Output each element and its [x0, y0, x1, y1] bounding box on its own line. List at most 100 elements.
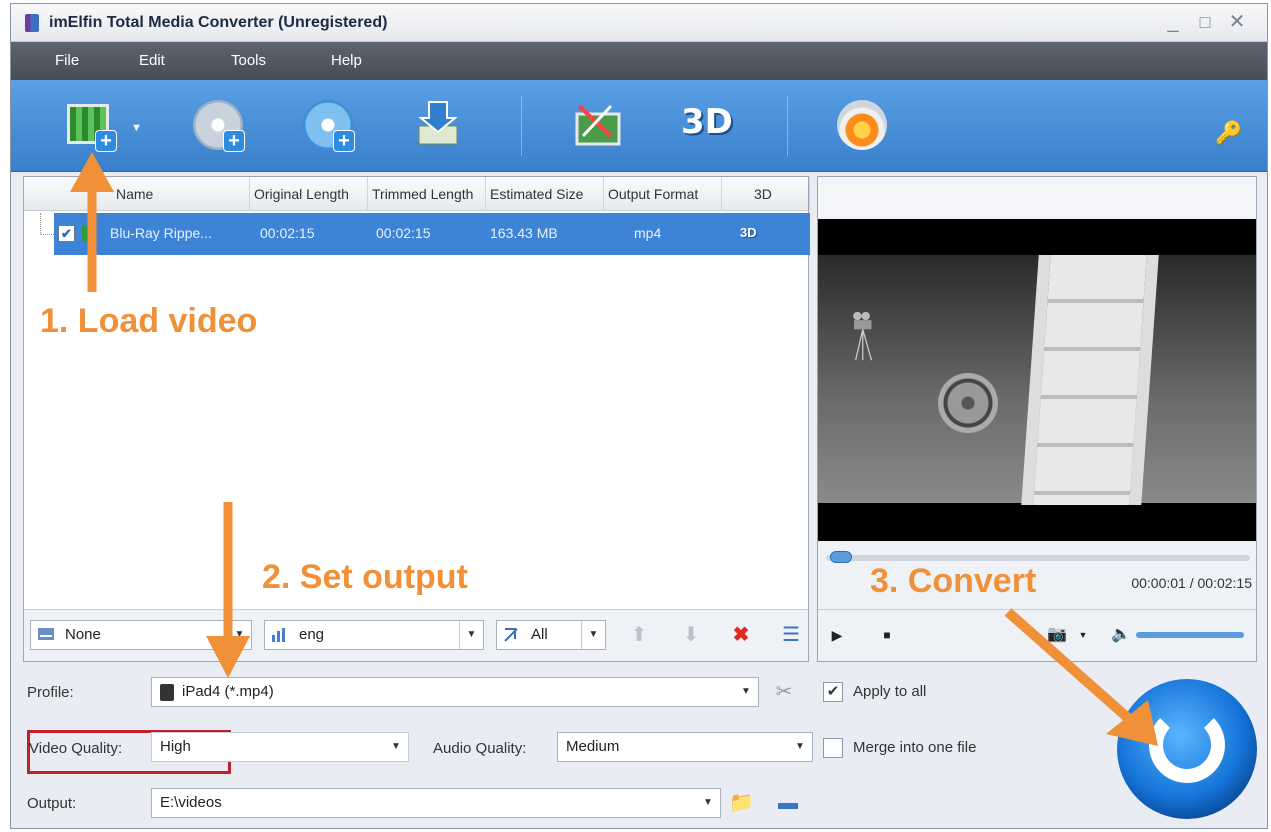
row-original-length: 00:02:15: [260, 225, 315, 241]
move-up-icon[interactable]: ⬆: [628, 624, 650, 646]
open-folder-icon[interactable]: ▬: [777, 792, 799, 814]
menu-help[interactable]: Help: [331, 52, 362, 69]
tree-connector: [40, 213, 54, 235]
add-dvd-button[interactable]: +: [189, 96, 247, 154]
audio-track-select[interactable]: eng ▼: [264, 620, 484, 650]
output-label: Output:: [27, 795, 77, 812]
table-row[interactable]: ✔ Blu-Ray Rippe... 00:02:15 00:02:15 163…: [54, 213, 810, 255]
subtitle-icon: [38, 628, 54, 640]
chevron-down-icon: ▼: [459, 621, 483, 649]
preview-header: [818, 177, 1256, 217]
video-file-icon: [82, 225, 96, 242]
audio-quality-select[interactable]: Medium ▼: [557, 732, 813, 762]
audio-quality-label: Audio Quality:: [433, 740, 527, 757]
col-3d[interactable]: 3D: [722, 177, 810, 211]
video-quality-value: High: [160, 738, 191, 755]
row-estimated-size: 163.43 MB: [490, 225, 558, 241]
browse-folder-icon[interactable]: 📁: [729, 792, 754, 814]
audio-track-icon: [272, 628, 285, 642]
import-button[interactable]: [409, 96, 467, 154]
col-estimated-size[interactable]: Estimated Size: [486, 177, 604, 211]
volume-icon[interactable]: 🔈: [1110, 624, 1132, 646]
app-window: imElfin Total Media Converter (Unregiste…: [10, 3, 1268, 829]
list-header: Name Original Length Trimmed Length Esti…: [24, 177, 810, 211]
seek-handle[interactable]: [830, 551, 852, 563]
ipad-icon: [160, 684, 174, 701]
filter-select[interactable]: All ▼: [496, 620, 606, 650]
move-down-icon[interactable]: ⬇: [680, 624, 702, 646]
minimize-button[interactable]: _: [1161, 10, 1185, 34]
chevron-down-icon: ▼: [703, 797, 713, 808]
row-name: Blu-Ray Rippe...: [110, 225, 212, 241]
menu-edit[interactable]: Edit: [139, 52, 165, 69]
profile-select[interactable]: iPad4 (*.mp4) ▼: [151, 677, 759, 707]
row-trimmed-length: 00:02:15: [376, 225, 431, 241]
app-logo-icon: [25, 14, 39, 32]
chevron-down-icon: ▼: [227, 621, 251, 649]
row-checkbox[interactable]: ✔: [58, 225, 75, 242]
add-video-dropdown-icon[interactable]: ▼: [131, 122, 142, 134]
apply-to-all-label: Apply to all: [853, 683, 927, 700]
col-name[interactable]: Name: [24, 177, 250, 211]
col-trimmed-length[interactable]: Trimmed Length: [368, 177, 486, 211]
annotation-set-output: 2. Set output: [262, 558, 468, 596]
toolbar-separator: [787, 96, 788, 156]
clear-list-icon[interactable]: ☰: [780, 624, 802, 646]
seek-bar[interactable]: [826, 551, 1250, 563]
col-output-format[interactable]: Output Format: [604, 177, 722, 211]
row-3d-badge[interactable]: 3D: [740, 225, 757, 240]
col-original-length[interactable]: Original Length: [250, 177, 368, 211]
video-quality-select[interactable]: High ▼: [151, 732, 409, 762]
menu-bar: File Edit Tools Help: [11, 42, 1267, 80]
profile-label: Profile:: [27, 684, 74, 701]
play-icon[interactable]: ▶: [826, 624, 848, 646]
toolbar-separator: [521, 96, 522, 156]
profile-value: iPad4 (*.mp4): [182, 683, 274, 700]
add-bluray-button[interactable]: +: [299, 96, 357, 154]
download-icon: [418, 101, 458, 145]
plus-icon: +: [223, 130, 245, 152]
snapshot-camera-icon[interactable]: 📷: [1046, 624, 1068, 646]
plus-icon: +: [333, 130, 355, 152]
delete-icon[interactable]: ✖: [730, 624, 752, 646]
apply-to-all-checkbox[interactable]: ✔: [823, 682, 843, 702]
edit-film-icon: [575, 104, 621, 146]
merge-label: Merge into one file: [853, 739, 977, 756]
film-reel-image: [938, 373, 998, 433]
window-title: imElfin Total Media Converter (Unregiste…: [49, 14, 388, 31]
add-video-button[interactable]: +: [61, 96, 119, 154]
profile-settings-tools-icon[interactable]: ✂: [773, 681, 795, 703]
merge-checkbox[interactable]: [823, 738, 843, 758]
register-key-icon[interactable]: 🔑: [1215, 120, 1242, 145]
maximize-button[interactable]: □: [1193, 10, 1217, 34]
menu-file[interactable]: File: [55, 52, 79, 69]
edit-video-button[interactable]: [569, 96, 627, 154]
audio-quality-value: Medium: [566, 738, 620, 755]
list-toolbar: None ▼ eng ▼ All ▼ ⬆ ⬇ ✖ ☰: [24, 609, 808, 661]
video-quality-label: Video Quality:: [29, 740, 123, 757]
convert-button[interactable]: [1117, 679, 1257, 819]
convert-arrow-icon: [1149, 707, 1225, 783]
annotation-convert: 3. Convert: [870, 562, 1037, 600]
volume-slider[interactable]: [1136, 632, 1244, 638]
stop-icon[interactable]: ■: [876, 624, 898, 646]
chevron-down-icon: ▼: [795, 741, 805, 752]
chevron-down-icon: ▼: [391, 741, 401, 752]
3d-button[interactable]: 3D: [679, 96, 737, 154]
output-path-field[interactable]: E:\videos ▼: [151, 788, 721, 818]
chevron-down-icon: ▼: [581, 621, 605, 649]
filmstrip-image: [1021, 255, 1159, 505]
playback-time: 00:00:01 / 00:02:15: [1131, 575, 1252, 591]
close-button[interactable]: ✕: [1225, 10, 1249, 34]
subtitle-select[interactable]: None ▼: [30, 620, 252, 650]
row-output-format[interactable]: mp4: [634, 225, 661, 241]
annotation-load-video: 1. Load video: [40, 302, 258, 340]
burn-button[interactable]: [833, 96, 891, 154]
chevron-down-icon[interactable]: ▼: [1072, 624, 1094, 646]
menu-tools[interactable]: Tools: [231, 52, 266, 69]
subtitle-value: None: [65, 626, 101, 643]
movie-camera-image: [853, 311, 873, 361]
output-path-value: E:\videos: [160, 794, 222, 811]
toolbar: + ▼ + + 3D 🔑: [11, 80, 1267, 172]
filter-value: All: [531, 626, 548, 643]
